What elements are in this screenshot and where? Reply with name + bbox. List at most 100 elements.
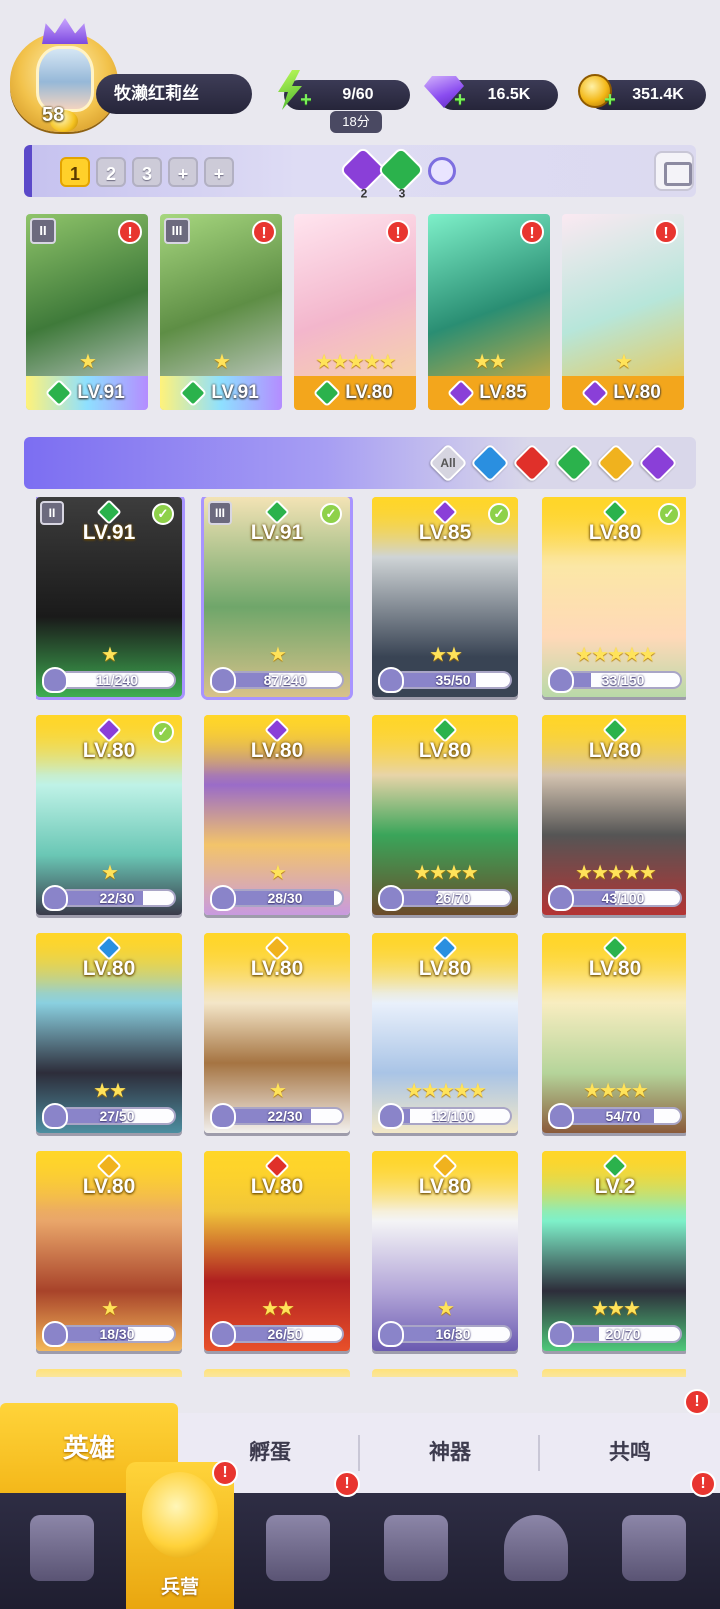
team-button-2[interactable]: 2 <box>96 157 126 187</box>
filter-dark-icon[interactable] <box>638 443 678 483</box>
team-slot[interactable]: III! ★ LV.91 <box>160 214 282 410</box>
hero-stars: ★ <box>269 862 287 884</box>
team-button-1[interactable]: 1 <box>60 157 90 187</box>
filter-water-icon[interactable] <box>470 443 510 483</box>
filter-light-icon[interactable] <box>596 443 636 483</box>
slot-level-bar: LV.91 <box>26 376 148 410</box>
hero-portrait <box>542 1369 686 1377</box>
shard-progress-text: 33/150 <box>601 672 645 688</box>
nav-castle[interactable] <box>376 1511 456 1591</box>
sub-tab-bar: 英雄 孵蛋 神器 共鸣 ! <box>0 1389 720 1493</box>
soul-shard-icon <box>210 885 236 911</box>
filter-fire-icon[interactable] <box>512 443 552 483</box>
hero-stars: ★ <box>269 1080 287 1102</box>
hero-card-partial[interactable] <box>36 1369 182 1377</box>
soul-shard-icon <box>42 885 68 911</box>
shard-progress-text: 43/100 <box>601 890 645 906</box>
hero-portrait <box>372 1369 518 1377</box>
player-name[interactable]: 牧濑红莉丝 <box>96 74 252 114</box>
hero-level: LV.80 <box>250 1175 304 1198</box>
hero-card-partial[interactable] <box>204 1369 350 1377</box>
energy-counter[interactable]: + 9/60 <box>278 70 410 110</box>
slot-level-bar: LV.85 <box>428 376 550 410</box>
shard-progress-bar: 28/30 <box>226 889 344 907</box>
hero-card[interactable]: LV.2 ★★★ 20/70 <box>542 1151 686 1351</box>
team-slot[interactable]: ! ★★★★★ LV.80 <box>294 214 416 410</box>
top-header: 58 牧濑红莉丝 + 9/60 18分 + 16.5K + 351.4K <box>0 0 720 140</box>
hero-card[interactable]: ✓ LV.80 ★ 22/30 <box>36 715 182 915</box>
gem-counter[interactable]: + 16.5K <box>424 76 558 110</box>
soul-shard-icon <box>210 1321 236 1347</box>
hero-card[interactable]: ✓ LV.80 ★★★★★ 33/150 <box>542 497 686 697</box>
shard-progress-text: 54/70 <box>605 1108 641 1124</box>
soul-shard-icon <box>378 1321 404 1347</box>
hero-card[interactable]: II ✓ LV.91 ★ 11/240 <box>36 497 182 697</box>
hero-stars: ★ <box>101 1298 119 1320</box>
hero-card[interactable]: LV.80 ★ 22/30 <box>204 933 350 1133</box>
hero-card[interactable]: LV.80 ★★★★★ 12/100 <box>372 933 518 1133</box>
slot-level-bar: LV.80 <box>562 376 684 410</box>
add-energy-icon[interactable]: + <box>298 90 314 110</box>
forest-element-icon <box>179 378 208 408</box>
hero-card[interactable]: III ✓ LV.91 ★ 87/240 <box>204 497 350 697</box>
map-book-alert-icon: ! <box>334 1471 360 1497</box>
add-team-button[interactable]: + <box>168 157 198 187</box>
hero-card[interactable]: LV.80 ★★★★ 54/70 <box>542 933 686 1133</box>
shard-progress-bar: 26/70 <box>394 889 512 907</box>
hero-card-partial[interactable] <box>372 1369 518 1377</box>
add-gold-icon[interactable]: + <box>602 90 618 110</box>
guild-banner-icon <box>622 1515 686 1581</box>
tab-artifact[interactable]: 神器 <box>360 1413 540 1493</box>
hero-stars: ★★★★★ <box>405 1080 487 1102</box>
team-slot[interactable]: ! ★ LV.80 <box>562 214 684 410</box>
nav-guild[interactable] <box>614 1511 694 1591</box>
resonance-alert-icon: ! <box>684 1389 710 1415</box>
add-gem-icon[interactable]: + <box>452 90 468 110</box>
shard-progress-text: 35/50 <box>435 672 471 688</box>
cards-icon <box>30 1515 94 1581</box>
add-team-button[interactable]: + <box>204 157 234 187</box>
hero-stars: ★ <box>79 351 97 373</box>
team-button-3[interactable]: 3 <box>132 157 162 187</box>
hero-card[interactable]: ✓ LV.85 ★★ 35/50 <box>372 497 518 697</box>
player-avatar[interactable]: 58 <box>10 18 118 136</box>
team-slot[interactable]: II! ★ LV.91 <box>26 214 148 410</box>
hero-card[interactable]: LV.80 ★★★★ 26/70 <box>372 715 518 915</box>
filter-all-button[interactable]: All <box>428 443 468 483</box>
gold-counter[interactable]: + 351.4K <box>578 74 706 110</box>
hero-level: LV.91 <box>250 521 304 544</box>
hero-card-partial[interactable] <box>542 1369 686 1377</box>
shard-progress-bar: 26/50 <box>226 1325 344 1343</box>
hero-card[interactable]: LV.80 ★ 28/30 <box>204 715 350 915</box>
team-slot[interactable]: ! ★★ LV.85 <box>428 214 550 410</box>
shard-progress-text: 27/50 <box>99 1108 135 1124</box>
nav-barracks[interactable]: 兵营 ! <box>126 1460 238 1609</box>
avatar-portrait <box>36 46 94 112</box>
filter-forest-icon[interactable] <box>554 443 594 483</box>
nav-cards[interactable] <box>22 1511 102 1591</box>
hero-card[interactable]: LV.80 ★★ 26/50 <box>204 1151 350 1351</box>
hero-stars: ★★★★★ <box>575 862 657 884</box>
shard-progress-bar: 11/240 <box>58 671 176 689</box>
shard-progress-text: 28/30 <box>267 890 303 906</box>
shard-progress-bar: 33/150 <box>564 671 682 689</box>
soul-shard-icon <box>42 667 68 693</box>
shard-progress-bar: 35/50 <box>394 671 512 689</box>
magnifier-icon[interactable] <box>428 157 456 185</box>
soul-shard-icon <box>548 1103 574 1129</box>
hero-stars: ★★★★ <box>413 862 479 884</box>
hero-card[interactable]: LV.80 ★ 16/30 <box>372 1151 518 1351</box>
hero-level: LV.80 <box>250 739 304 762</box>
nav-map-book[interactable] <box>258 1511 338 1591</box>
hero-card[interactable]: LV.80 ★ 18/30 <box>36 1151 182 1351</box>
element-filter-bar: All <box>24 437 696 489</box>
guild-alert-icon: ! <box>690 1471 716 1497</box>
share-icon[interactable] <box>654 151 694 191</box>
hero-card[interactable]: LV.80 ★★ 27/50 <box>36 933 182 1133</box>
hero-card[interactable]: LV.80 ★★★★★ 43/100 <box>542 715 686 915</box>
hero-stars: ★ <box>213 351 231 373</box>
soul-shard-icon <box>548 1321 574 1347</box>
hero-level: LV.85 <box>418 521 472 544</box>
slot-level: LV.85 <box>479 382 527 403</box>
nav-mushroom-house[interactable] <box>496 1511 576 1591</box>
